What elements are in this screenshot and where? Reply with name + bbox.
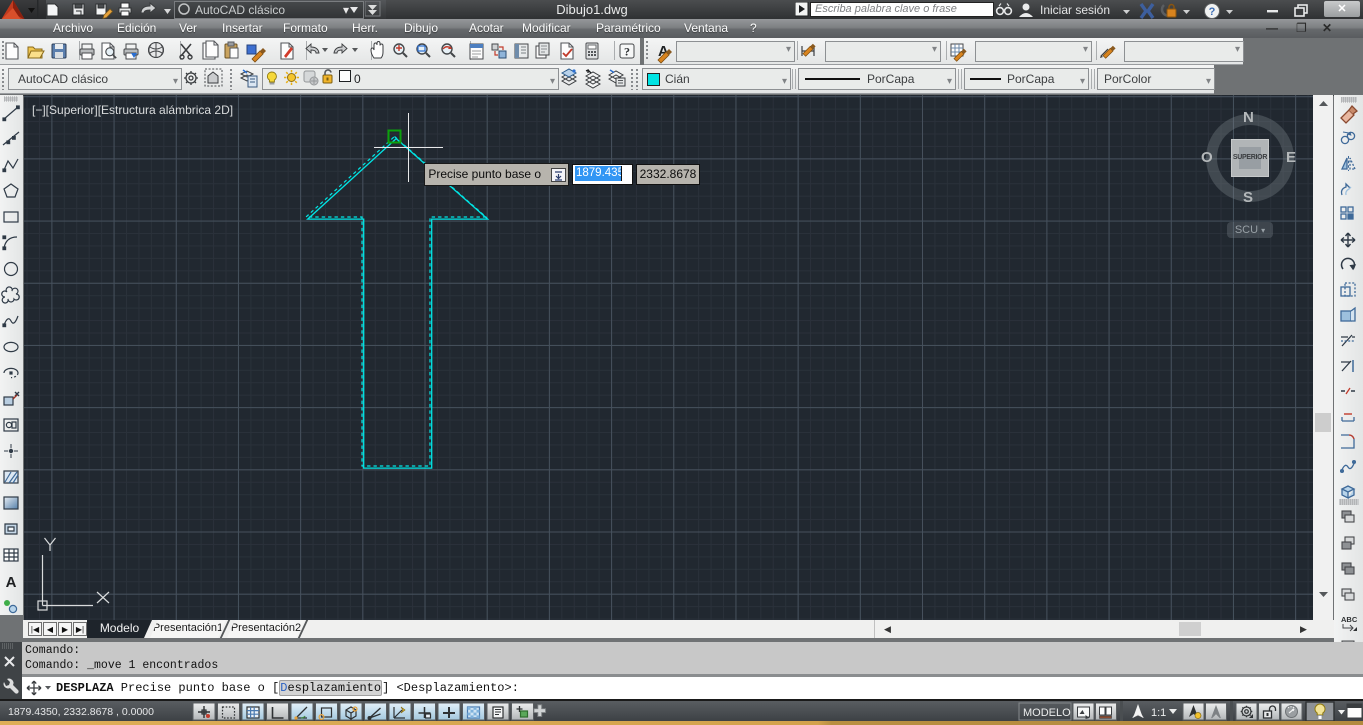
svg-text:A: A (6, 574, 17, 591)
svg-text:MODELO: MODELO (1023, 707, 1071, 719)
svg-text:0: 0 (354, 72, 361, 86)
svg-text:1:1: 1:1 (1151, 707, 1166, 719)
svg-text:ABC: ABC (1341, 615, 1358, 624)
svg-text:?: ? (1209, 6, 1216, 18)
svg-text:?: ? (624, 45, 630, 59)
